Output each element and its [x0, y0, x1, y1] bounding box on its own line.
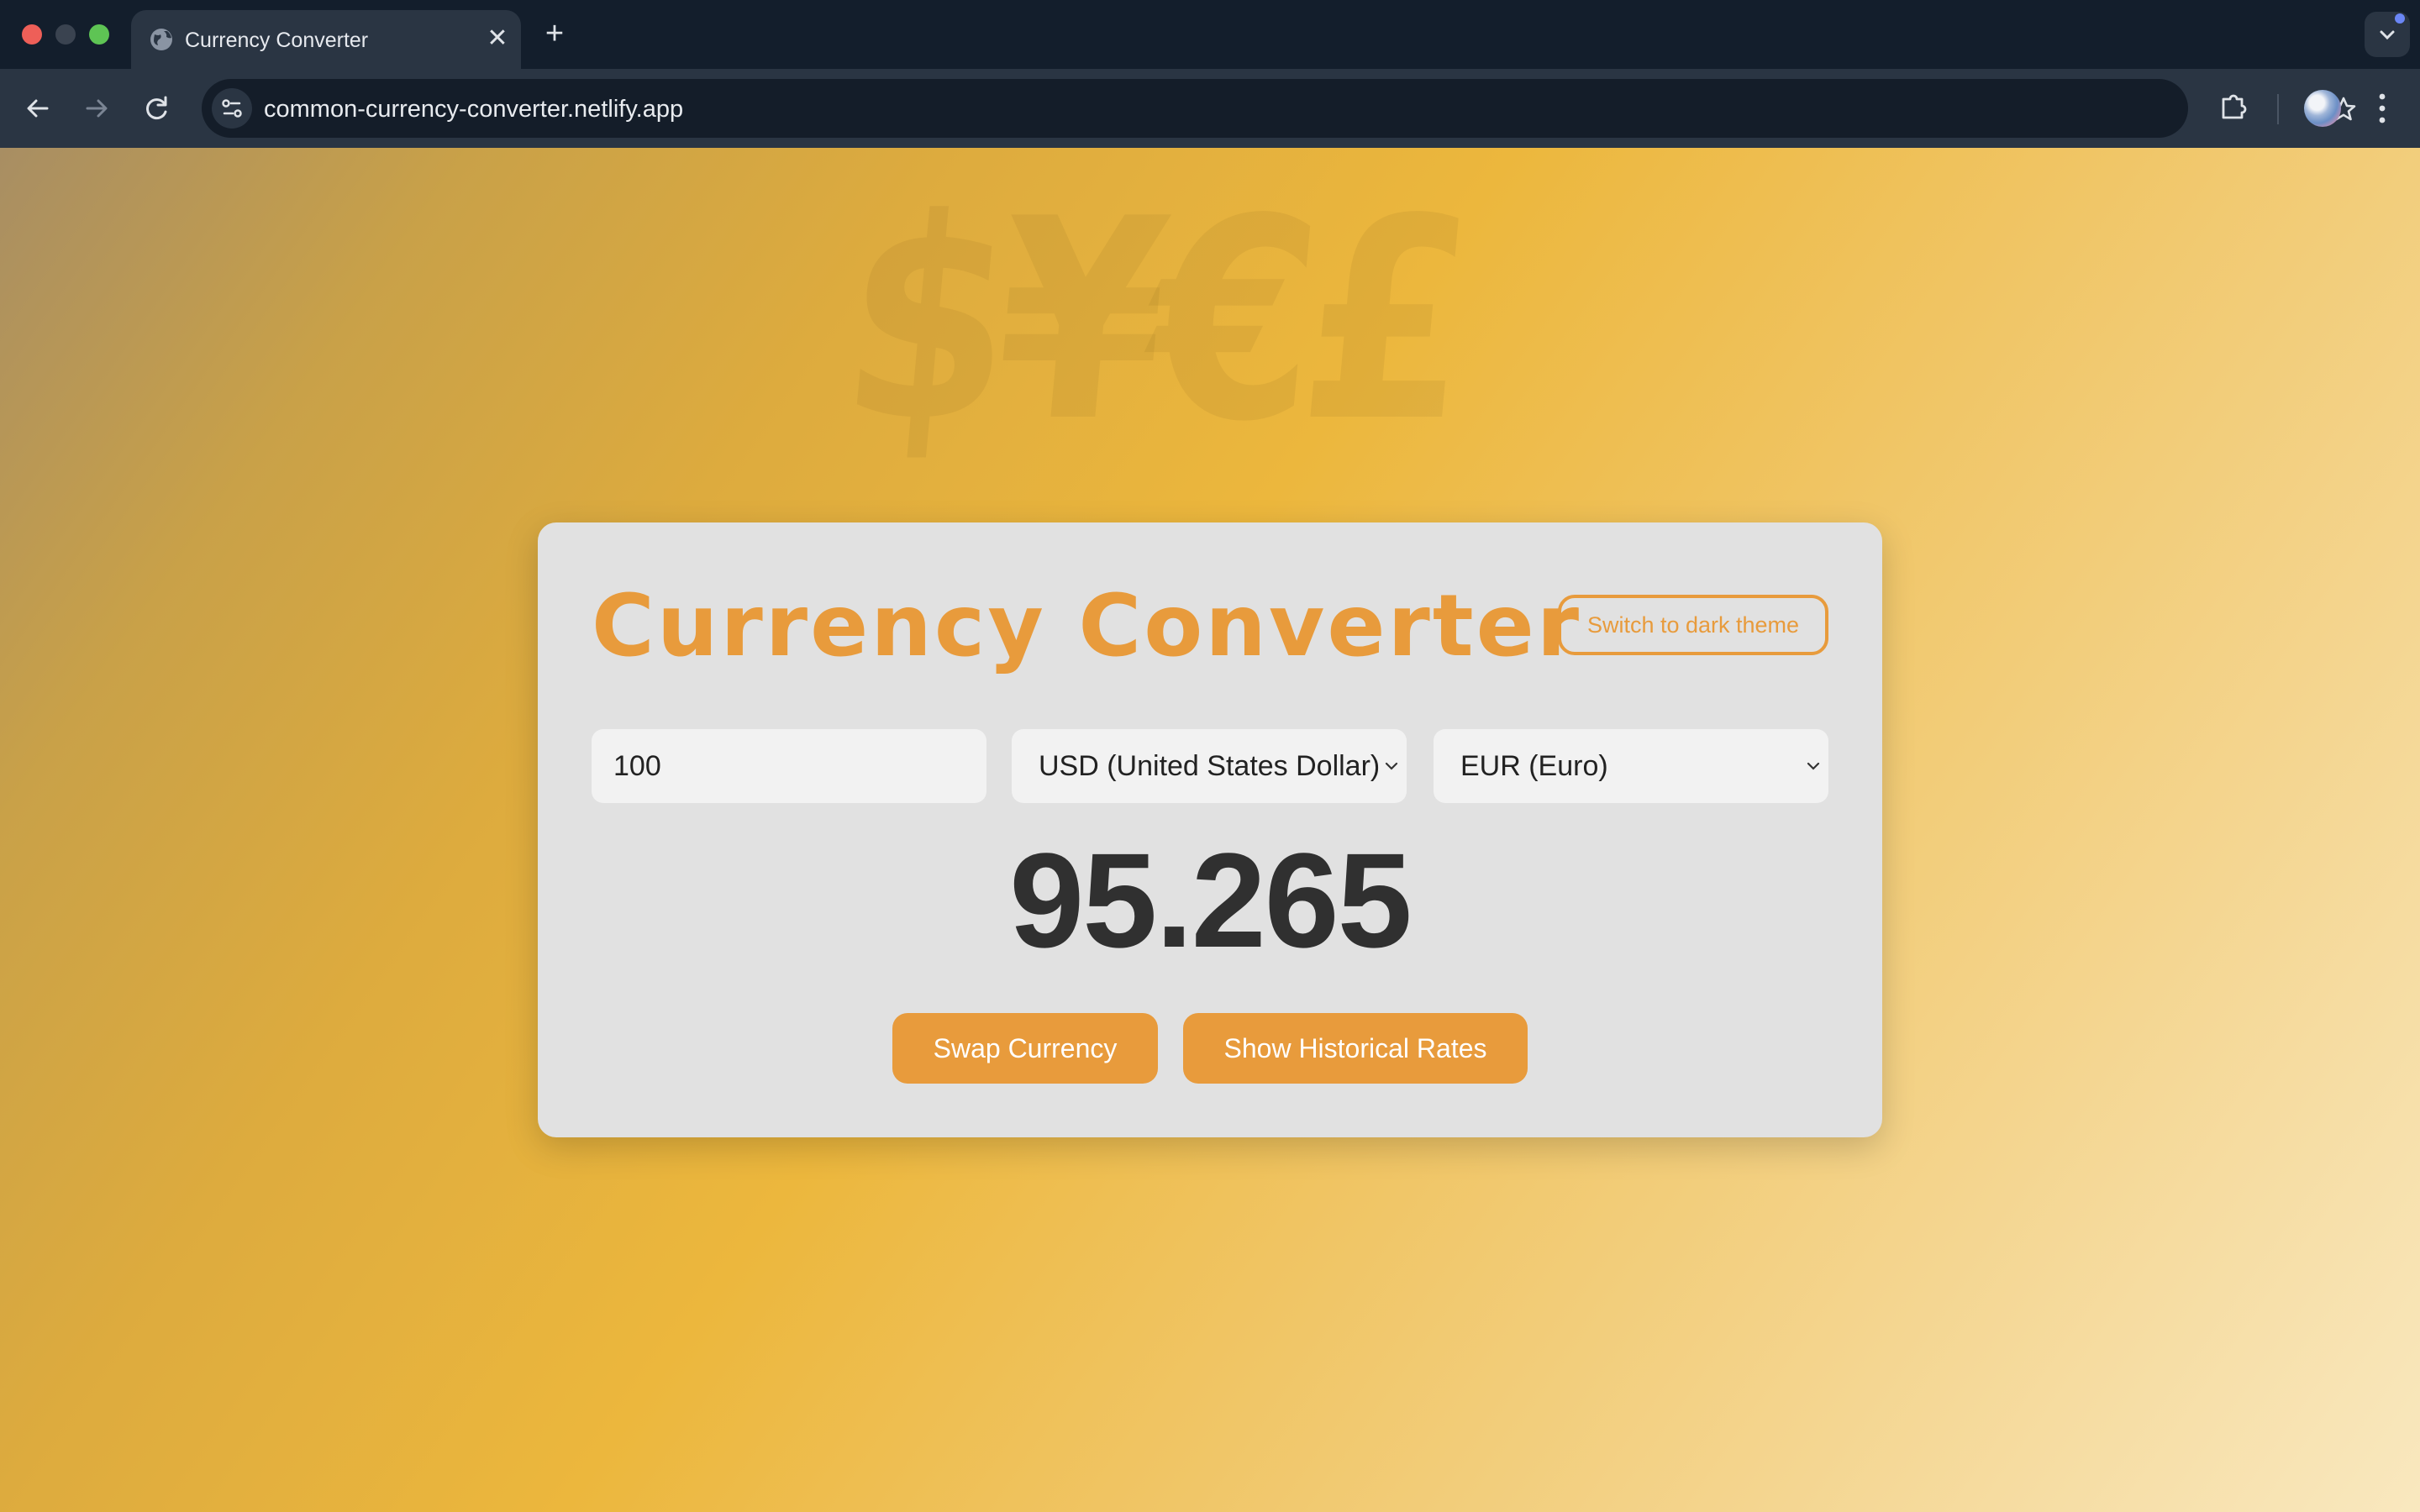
amount-input[interactable]: 100	[592, 729, 986, 803]
kebab-menu-icon[interactable]	[2368, 87, 2396, 129]
to-currency-select[interactable]: EUR (Euro)	[1434, 729, 1828, 803]
conversion-result: 95.265	[1009, 825, 1412, 975]
currency-symbols-background: $¥€£	[831, 160, 1472, 482]
show-historical-rates-button[interactable]: Show Historical Rates	[1183, 1013, 1528, 1084]
profile-avatar[interactable]	[2304, 90, 2341, 127]
chevron-down-icon	[1807, 762, 1820, 770]
address-bar[interactable]: common-currency-converter.netlify.app	[202, 79, 2356, 138]
tab-title: Currency Converter	[185, 29, 369, 52]
converter-card: Currency Converter Switch to dark theme …	[538, 522, 1882, 1137]
tune-icon	[222, 99, 242, 118]
chevron-down-icon	[1385, 762, 1398, 770]
browser-tab[interactable]: Currency Converter ✕	[131, 10, 521, 69]
reload-icon[interactable]	[138, 89, 176, 128]
site-info-button[interactable]	[212, 88, 252, 129]
notification-dot	[2395, 13, 2405, 24]
puzzle-icon[interactable]	[2215, 87, 2254, 126]
browser-toolbar: common-currency-converter.netlify.app	[0, 69, 2420, 148]
from-currency-select[interactable]: USD (United States Dollar)	[1012, 729, 1407, 803]
from-currency-value: USD (United States Dollar)	[1039, 750, 1381, 782]
swap-currency-button[interactable]: Swap Currency	[892, 1013, 1158, 1084]
arrow-right-icon[interactable]	[77, 89, 116, 128]
page-viewport: $¥€£ Currency Converter Switch to dark t…	[0, 148, 2420, 1512]
toolbar-divider	[2277, 94, 2279, 124]
tab-search-button[interactable]	[2365, 12, 2410, 57]
new-tab-icon[interactable]: +	[538, 17, 571, 50]
arrow-left-icon[interactable]	[18, 89, 57, 128]
tab-close-icon[interactable]: ✕	[482, 24, 513, 54]
globe-icon	[150, 29, 172, 50]
page-title: Currency Converter	[592, 576, 1582, 676]
window-minimize-button[interactable]	[55, 24, 76, 45]
window-maximize-button[interactable]	[89, 24, 109, 45]
to-currency-value: EUR (Euro)	[1460, 750, 1608, 782]
window-close-button[interactable]	[22, 24, 42, 45]
url-text: common-currency-converter.netlify.app	[264, 96, 684, 123]
browser-tab-strip: Currency Converter ✕ +	[0, 0, 2420, 69]
theme-toggle-button[interactable]: Switch to dark theme	[1558, 595, 1828, 655]
